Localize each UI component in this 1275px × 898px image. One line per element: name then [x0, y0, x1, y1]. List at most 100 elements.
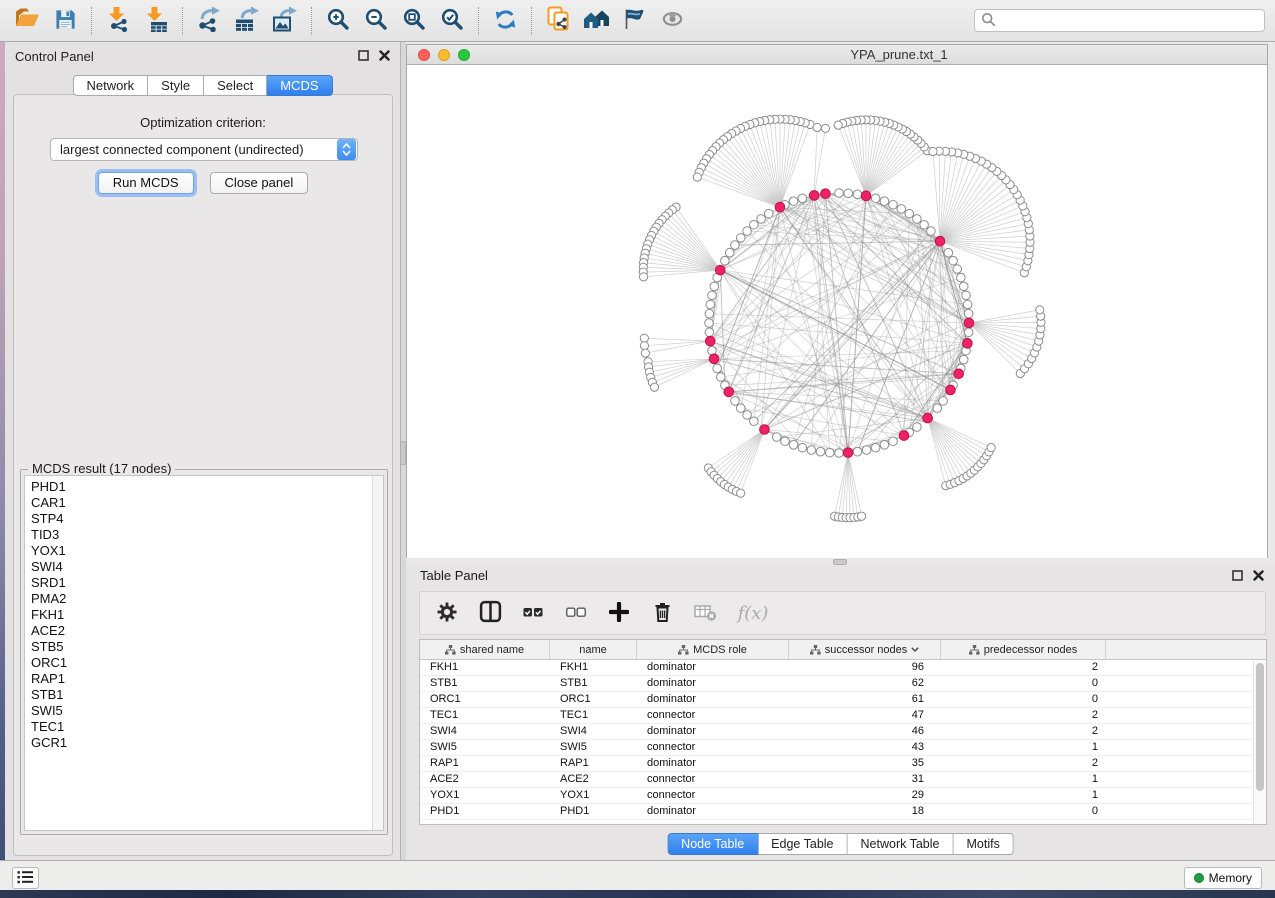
- import-table-button[interactable]: [137, 4, 175, 38]
- mcds-result-item[interactable]: SWI4: [31, 559, 383, 575]
- table-cell: ACE2: [420, 772, 550, 787]
- tab-network[interactable]: Network: [72, 75, 148, 96]
- table-scrollbar-thumb[interactable]: [1256, 663, 1264, 791]
- tab-network-table[interactable]: Network Table: [848, 833, 954, 855]
- minimize-window-icon[interactable]: [438, 49, 450, 61]
- column-header-name[interactable]: name: [550, 640, 637, 659]
- gear-icon: [436, 601, 458, 626]
- table-cell: ACE2: [550, 772, 637, 787]
- mcds-result-item[interactable]: YOX1: [31, 543, 383, 559]
- refresh-button[interactable]: [486, 4, 524, 38]
- clone-network-button[interactable]: [539, 4, 577, 38]
- function-builder-button[interactable]: f(x): [735, 600, 771, 626]
- mcds-result-item[interactable]: FKH1: [31, 607, 383, 623]
- zoom-fit-button[interactable]: [395, 4, 433, 38]
- open-session-button[interactable]: [8, 4, 46, 38]
- table-row[interactable]: PHD1PHD1dominator180: [420, 804, 1266, 820]
- create-column-button[interactable]: [606, 600, 632, 626]
- table-row[interactable]: ACE2ACE2connector311: [420, 772, 1266, 788]
- network-view-window: YPA_prune.txt_1: [406, 44, 1268, 558]
- mcds-result-item[interactable]: TID3: [31, 527, 383, 543]
- table-cell: 43: [789, 740, 941, 755]
- column-header-successor-nodes[interactable]: successor nodes: [789, 640, 941, 659]
- table-cell: dominator: [637, 676, 789, 691]
- import-network-button[interactable]: [99, 4, 137, 38]
- export-image-button[interactable]: [266, 4, 304, 38]
- task-history-button[interactable]: [12, 867, 39, 889]
- first-neighbors-button[interactable]: [577, 4, 615, 38]
- control-panel-title: Control Panel: [15, 49, 94, 64]
- column-header-shared-name[interactable]: shared name: [420, 640, 550, 659]
- delete-table-button[interactable]: [692, 600, 718, 626]
- tab-node-table[interactable]: Node Table: [667, 833, 758, 855]
- toolbar-separator: [182, 7, 183, 35]
- table-cell: 62: [789, 676, 941, 691]
- tab-edge-table[interactable]: Edge Table: [758, 833, 847, 855]
- node-table: shared namenameMCDS rolesuccessor nodesp…: [419, 639, 1267, 825]
- mcds-result-item[interactable]: RAP1: [31, 671, 383, 687]
- table-row[interactable]: SWI5SWI5connector431: [420, 740, 1266, 756]
- mcds-result-item[interactable]: SWI5: [31, 703, 383, 719]
- search-input[interactable]: [996, 14, 1258, 28]
- table-row[interactable]: STB1STB1dominator620: [420, 676, 1266, 692]
- control-panel: Control Panel NetworkStyleSelectMCDS Opt…: [5, 42, 401, 860]
- mcds-result-item[interactable]: CAR1: [31, 495, 383, 511]
- column-header-mcds-role[interactable]: MCDS role: [637, 640, 789, 659]
- table-row[interactable]: RAP1RAP1dominator352: [420, 756, 1266, 772]
- mcds-result-item[interactable]: ACE2: [31, 623, 383, 639]
- zoom-in-button[interactable]: [319, 4, 357, 38]
- tab-motifs[interactable]: Motifs: [953, 833, 1013, 855]
- close-panel-button[interactable]: Close panel: [210, 172, 309, 194]
- table-row[interactable]: SWI4SWI4dominator462: [420, 724, 1266, 740]
- tab-style[interactable]: Style: [148, 75, 204, 96]
- mcds-result-item[interactable]: PHD1: [31, 479, 383, 495]
- table-row[interactable]: YOX1YOX1connector291: [420, 788, 1266, 804]
- deselect-all-rows-button[interactable]: [563, 600, 589, 626]
- table-cell: YOX1: [420, 788, 550, 803]
- run-mcds-button[interactable]: Run MCDS: [98, 172, 194, 194]
- mcds-result-item[interactable]: GCR1: [31, 735, 383, 751]
- show-graphics-button[interactable]: [653, 4, 691, 38]
- mcds-result-item[interactable]: ORC1: [31, 655, 383, 671]
- memory-button[interactable]: Memory: [1184, 867, 1262, 889]
- clone-network-icon: [546, 6, 571, 35]
- table-cell: dominator: [637, 660, 789, 675]
- float-panel-icon[interactable]: [1232, 569, 1243, 584]
- network-canvas[interactable]: [407, 65, 1267, 558]
- close-panel-icon[interactable]: [1253, 569, 1264, 584]
- criterion-select[interactable]: largest connected component (undirected): [50, 138, 358, 161]
- float-panel-icon[interactable]: [358, 49, 369, 64]
- export-network-button[interactable]: [190, 4, 228, 38]
- table-row[interactable]: FKH1FKH1dominator962: [420, 660, 1266, 676]
- table-settings-button[interactable]: [434, 600, 460, 626]
- close-panel-icon[interactable]: [379, 49, 390, 64]
- table-panel-title: Table Panel: [420, 568, 488, 583]
- table-scrollbar[interactable]: [1253, 661, 1266, 824]
- table-row[interactable]: TEC1TEC1connector472: [420, 708, 1266, 724]
- table-cell: RAP1: [420, 756, 550, 771]
- tab-mcds[interactable]: MCDS: [267, 75, 332, 96]
- mcds-result-item[interactable]: STB1: [31, 687, 383, 703]
- select-all-rows-button[interactable]: [520, 600, 546, 626]
- mcds-result-item[interactable]: STP4: [31, 511, 383, 527]
- export-table-button[interactable]: [228, 4, 266, 38]
- zoom-selected-button[interactable]: [433, 4, 471, 38]
- table-row[interactable]: ORC1ORC1dominator610: [420, 692, 1266, 708]
- tab-select[interactable]: Select: [204, 75, 267, 96]
- zoom-out-button[interactable]: [357, 4, 395, 38]
- mcds-result-scrollbar[interactable]: [372, 476, 383, 830]
- mcds-result-item[interactable]: STB5: [31, 639, 383, 655]
- table-cell: 2: [941, 724, 1106, 739]
- mcds-result-item[interactable]: TEC1: [31, 719, 383, 735]
- save-session-button[interactable]: [46, 4, 84, 38]
- close-window-icon[interactable]: [418, 49, 430, 61]
- column-header-predecessor-nodes[interactable]: predecessor nodes: [941, 640, 1106, 659]
- mcds-result-item[interactable]: SRD1: [31, 575, 383, 591]
- delete-column-button[interactable]: [649, 600, 675, 626]
- show-column-pane-button[interactable]: [477, 600, 503, 626]
- mcds-result-item[interactable]: PMA2: [31, 591, 383, 607]
- column-namespace-icon: [969, 645, 980, 655]
- delete-table-icon: [694, 602, 717, 625]
- hide-graphics-button[interactable]: [615, 4, 653, 38]
- toolbar-separator: [91, 7, 92, 35]
